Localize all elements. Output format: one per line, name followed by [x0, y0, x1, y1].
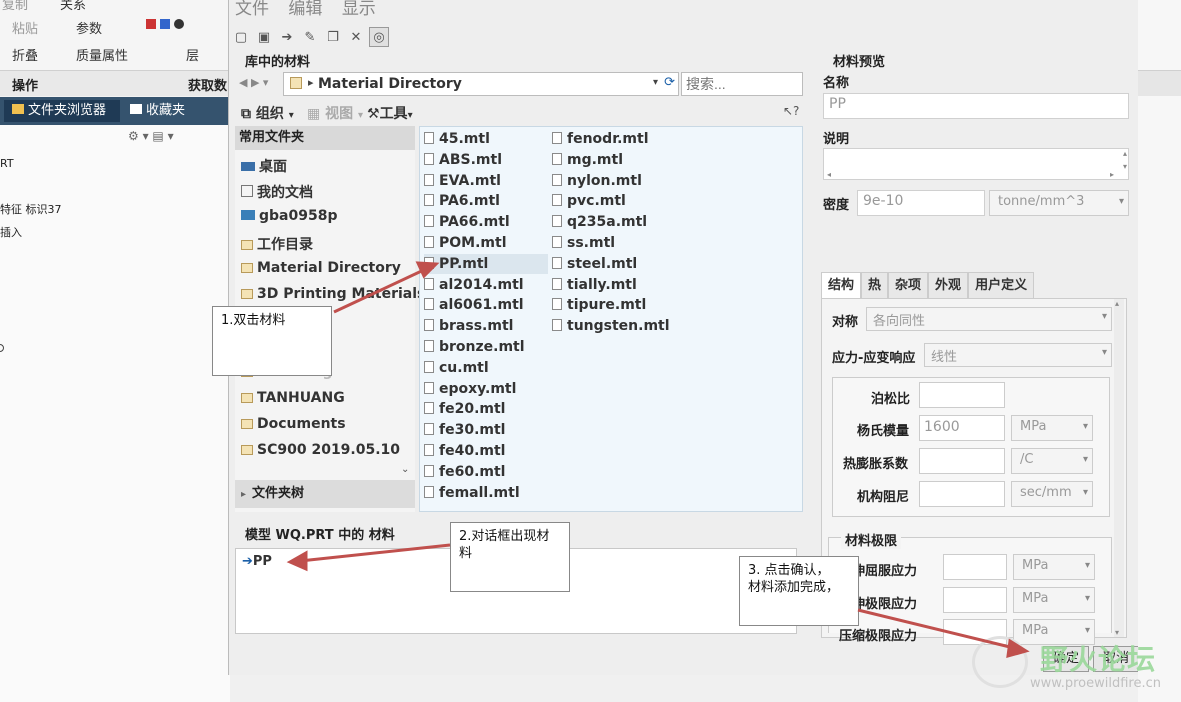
annotation-arrows — [286, 261, 1030, 659]
arrow-to-pp-file — [333, 266, 429, 314]
arrow-to-model-item — [299, 543, 451, 563]
arrowhead-model — [286, 550, 308, 572]
arrow-to-ok — [857, 608, 1015, 650]
arrowhead-pp — [415, 261, 440, 279]
arrowhead-ok — [1006, 638, 1030, 659]
